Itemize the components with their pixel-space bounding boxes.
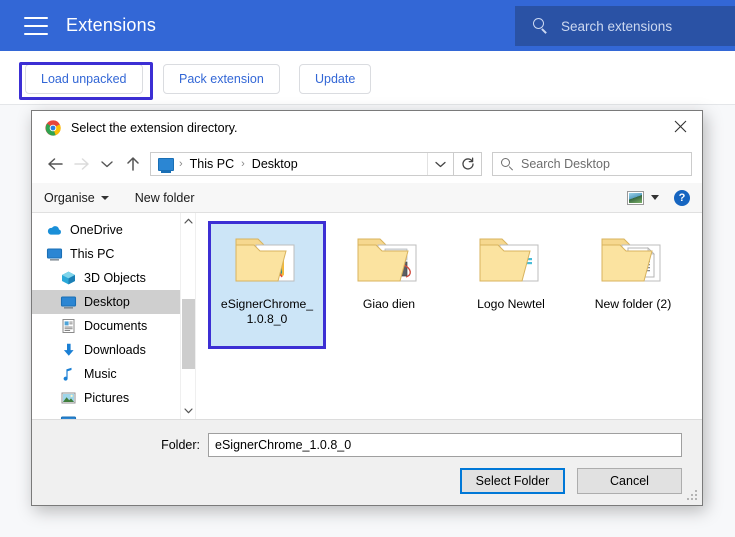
address-dropdown-chevron-down-icon[interactable] [427,153,453,175]
caret-down-icon [101,196,109,200]
extensions-page: Extensions Search extensions Load unpack… [0,0,735,537]
file-item-label: Giao dien [333,297,445,312]
forward-button[interactable] [68,151,94,177]
dialog-buttons: Select Folder Cancel [460,468,682,494]
navigation-pane: OneDrive This PC 3D Objects [32,213,180,419]
sidebar-item-onedrive[interactable]: OneDrive [32,218,180,242]
breadcrumb-this-pc[interactable]: This PC [188,157,236,171]
update-button[interactable]: Update [299,64,371,94]
back-button[interactable] [42,151,68,177]
dialog-title: Select the extension directory. [71,121,238,135]
sidebar-item-desktop[interactable]: Desktop [32,290,180,314]
desktop-icon [60,294,77,310]
search-desktop-placeholder: Search Desktop [521,157,610,171]
folder-icon [476,229,546,291]
sidebar-item-partial[interactable] [32,410,180,419]
file-item-new-folder-2[interactable]: W New folder (2) [574,221,692,349]
folder-row: Folder: eSignerChrome_1.0.8_0 [32,433,702,457]
sidebar-item-label: Desktop [84,295,130,309]
onedrive-cloud-icon [46,222,63,238]
file-item-esignerchrome[interactable]: eSignerChrome_ 1.0.8_0 [208,221,326,349]
search-icon [501,158,514,171]
help-icon[interactable]: ? [674,190,690,206]
dialog-body: OneDrive This PC 3D Objects [32,213,702,419]
command-bar-right: ? [627,190,690,206]
file-list: eSignerChrome_ 1.0.8_0 [195,213,702,419]
folder-input[interactable]: eSignerChrome_1.0.8_0 [208,433,682,457]
navigation-pane-scrollbar[interactable] [180,213,195,419]
view-caret-down-icon[interactable] [651,195,659,200]
address-bar[interactable]: › This PC › Desktop [150,152,454,176]
sidebar-item-label: OneDrive [70,223,123,237]
search-desktop-input[interactable]: Search Desktop [492,152,692,176]
file-item-giao-dien[interactable]: Giao dien [330,221,448,349]
organise-label: Organise [44,191,95,205]
scrollbar-thumb[interactable] [182,299,195,369]
hamburger-menu-icon[interactable] [24,17,48,35]
file-item-label: eSignerChrome_ 1.0.8_0 [211,297,323,327]
cancel-button[interactable]: Cancel [577,468,682,494]
this-pc-icon [158,158,174,171]
pack-extension-button[interactable]: Pack extension [163,64,280,94]
select-folder-dialog: Select the extension directory. [31,110,703,506]
scroll-down-chevron-down-icon[interactable] [181,403,196,419]
chrome-logo-icon [45,120,61,136]
sidebar-item-documents[interactable]: Documents [32,314,180,338]
sidebar-item-music[interactable]: Music [32,362,180,386]
folder-icon [354,229,424,291]
close-icon[interactable] [658,111,702,141]
sidebar-item-label: Music [84,367,117,381]
dialog-titlebar: Select the extension directory. [32,111,702,145]
sidebar-item-3d-objects[interactable]: 3D Objects [32,266,180,290]
folder-icon [232,229,302,291]
dialog-footer: Folder: eSignerChrome_1.0.8_0 Select Fol… [32,419,702,505]
breadcrumb-separator: › [236,158,250,170]
organise-button[interactable]: Organise [44,191,109,205]
sidebar-item-label: This PC [70,247,114,261]
dialog-navigation-bar: › This PC › Desktop Search Desktop [32,145,702,183]
this-pc-icon [46,246,63,262]
select-folder-button[interactable]: Select Folder [460,468,565,494]
music-icon [60,366,77,382]
breadcrumb-separator: › [174,158,188,170]
search-extensions-placeholder: Search extensions [561,19,672,34]
refresh-icon[interactable] [454,152,482,176]
load-unpacked-button[interactable]: Load unpacked [25,64,143,94]
page-title: Extensions [66,15,156,36]
breadcrumb-desktop[interactable]: Desktop [250,157,300,171]
view-layout-icon[interactable] [627,191,644,205]
file-item-label: New folder (2) [577,297,689,312]
pictures-icon [60,390,77,406]
up-button[interactable] [120,151,146,177]
sidebar-item-label: Pictures [84,391,129,405]
sidebar-item-downloads[interactable]: Downloads [32,338,180,362]
scroll-up-chevron-up-icon[interactable] [181,213,196,229]
file-item-label: Logo Newtel [455,297,567,312]
sidebar-item-label: 3D Objects [84,271,146,285]
sidebar-item-this-pc[interactable]: This PC [32,242,180,266]
sidebar-item-label: Downloads [84,343,146,357]
search-extensions-input[interactable]: Search extensions [515,6,735,46]
folder-label: Folder: [32,438,208,452]
folder-icon: W [598,229,668,291]
recent-locations-chevron-down-icon[interactable] [94,151,120,177]
3d-objects-icon [60,270,77,286]
downloads-icon [60,342,77,358]
documents-icon [60,318,77,334]
dialog-command-bar: Organise New folder ? [32,183,702,213]
extensions-header: Extensions Search extensions [0,0,735,51]
sidebar-item-pictures[interactable]: Pictures [32,386,180,410]
file-item-logo-newtel[interactable]: Logo Newtel [452,221,570,349]
sidebar-item-label: Documents [84,319,147,333]
resize-grip-icon[interactable] [687,490,699,502]
new-folder-label: New folder [135,191,195,205]
extensions-toolbar: Load unpacked Pack extension Update [0,51,735,105]
search-icon [533,18,549,34]
new-folder-button[interactable]: New folder [135,191,195,205]
